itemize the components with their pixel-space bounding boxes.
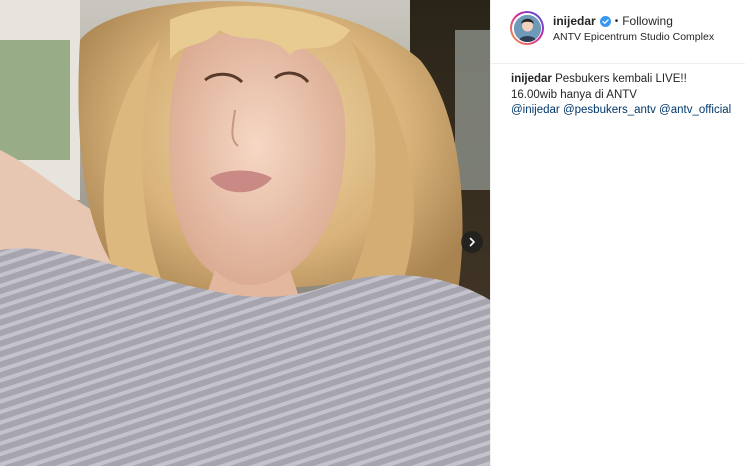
post-caption: inijedar Pesbukers kembali LIVE!! 16.00w… bbox=[511, 72, 733, 119]
post-image[interactable] bbox=[0, 0, 490, 466]
panel-divider bbox=[490, 0, 491, 466]
carousel-next-button[interactable] bbox=[461, 231, 483, 253]
mention-link[interactable]: @inijedar bbox=[511, 104, 560, 116]
verified-badge-icon bbox=[599, 15, 611, 27]
header-username[interactable]: inijedar bbox=[553, 14, 596, 28]
location-link[interactable]: ANTV Epicentrum Studio Complex bbox=[553, 31, 714, 43]
avatar[interactable] bbox=[510, 11, 544, 45]
mention-link[interactable]: @antv_official bbox=[659, 104, 731, 116]
caption-username[interactable]: inijedar bbox=[511, 73, 552, 85]
mention-link[interactable]: @pesbukers_antv bbox=[563, 104, 656, 116]
post-photo bbox=[0, 0, 490, 466]
separator-dot: • bbox=[614, 15, 619, 27]
profile-photo bbox=[513, 14, 541, 42]
chevron-right-icon bbox=[469, 237, 475, 247]
following-button[interactable]: Following bbox=[622, 14, 673, 28]
post-header: inijedar • Following ANTV Epicentrum Stu… bbox=[491, 0, 745, 64]
